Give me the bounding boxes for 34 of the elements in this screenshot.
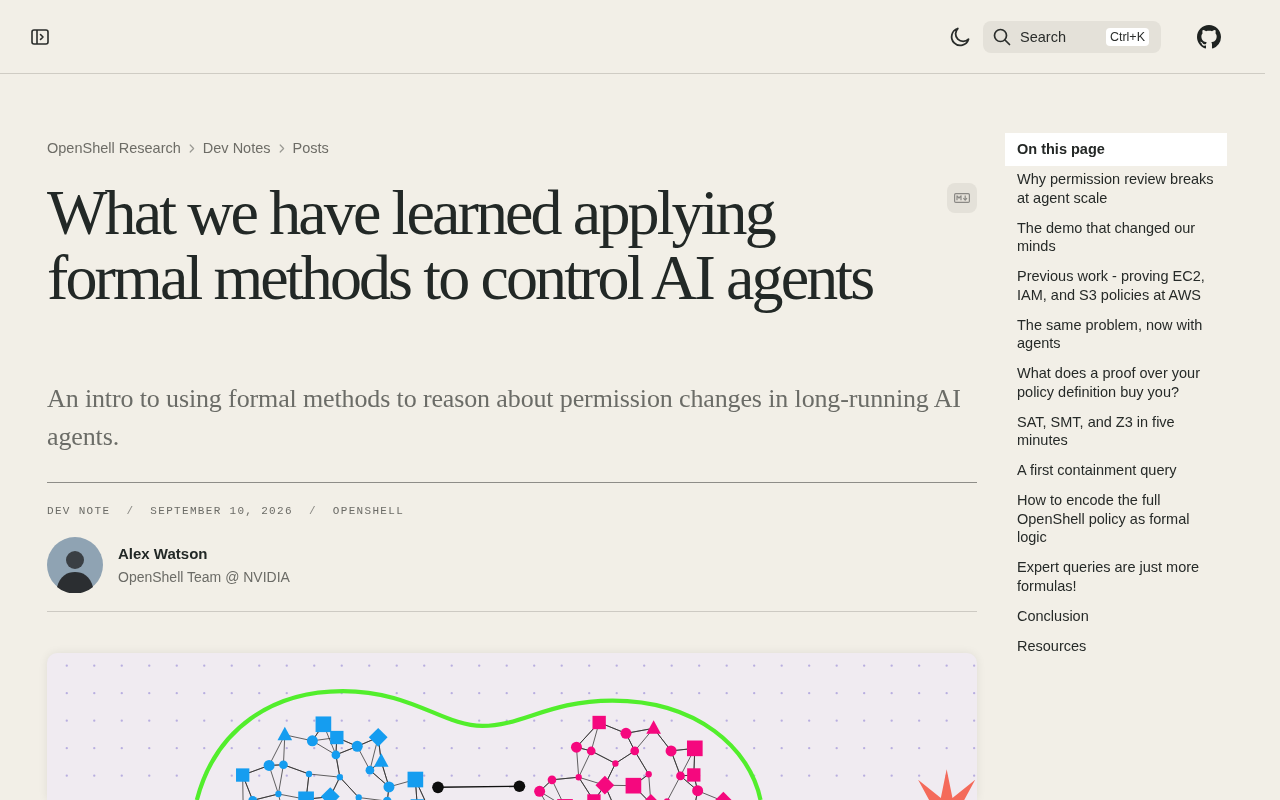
toc-link[interactable]: SAT, SMT, and Z3 in five minutes bbox=[1017, 412, 1215, 450]
author-name: Alex Watson bbox=[118, 545, 209, 562]
meta-separator: / bbox=[126, 505, 135, 517]
meta-label: SEPTEMBER 10, 2026 bbox=[150, 505, 293, 517]
search-icon bbox=[993, 27, 1011, 46]
author-role: OpenShell Team @ NVIDIA bbox=[118, 569, 290, 585]
avatar-silhouette-icon bbox=[47, 537, 103, 593]
cat-logo-icon bbox=[1197, 24, 1221, 49]
toc-link[interactable]: The same problem, now with agents bbox=[1017, 315, 1215, 353]
meta-separator: / bbox=[308, 505, 317, 517]
search-button[interactable]: Search Ctrl+K bbox=[983, 20, 1161, 53]
keyboard-shortcut: Ctrl+K bbox=[1105, 27, 1149, 46]
markdown-button[interactable] bbox=[947, 183, 977, 213]
sidebar-panel-icon bbox=[31, 28, 49, 45]
toc-link[interactable]: A first containment query bbox=[1017, 461, 1177, 480]
toc-link[interactable]: The demo that changed our minds bbox=[1017, 218, 1215, 256]
meta-label: OPENSHELL bbox=[332, 505, 405, 517]
toc-link[interactable]: Resources bbox=[1017, 636, 1087, 655]
article-subtitle: An intro to using formal methods to reason about permission changes in long-running AI agents. bbox=[47, 383, 962, 453]
breadcrumb-link[interactable]: Dev Notes bbox=[202, 140, 271, 156]
toc-link[interactable]: Why permission review breaks at agent scale bbox=[1017, 170, 1215, 207]
toc-link[interactable]: What does a proof over your policy definition buy you? bbox=[1017, 364, 1215, 401]
chevron-right-icon bbox=[188, 143, 195, 153]
toc-link[interactable]: Conclusion bbox=[1017, 606, 1089, 625]
toc-heading: On this page bbox=[1005, 133, 1227, 166]
markdown-icon bbox=[954, 193, 970, 203]
toc-link[interactable]: How to encode the full OpenShell policy as formal logic bbox=[1017, 491, 1215, 547]
breadcrumb-link[interactable]: OpenShell Research bbox=[47, 140, 181, 156]
breadcrumb-link[interactable]: Posts bbox=[292, 140, 329, 156]
toc-link[interactable]: Expert queries are just more formulas! bbox=[1017, 558, 1215, 595]
toc-link[interactable]: Previous work - proving EC2, IAM, and S3 policies at AWS bbox=[1017, 267, 1215, 304]
moon-icon bbox=[949, 25, 971, 48]
meta-label: DEV NOTE bbox=[47, 505, 111, 517]
chevron-right-icon bbox=[278, 143, 285, 153]
